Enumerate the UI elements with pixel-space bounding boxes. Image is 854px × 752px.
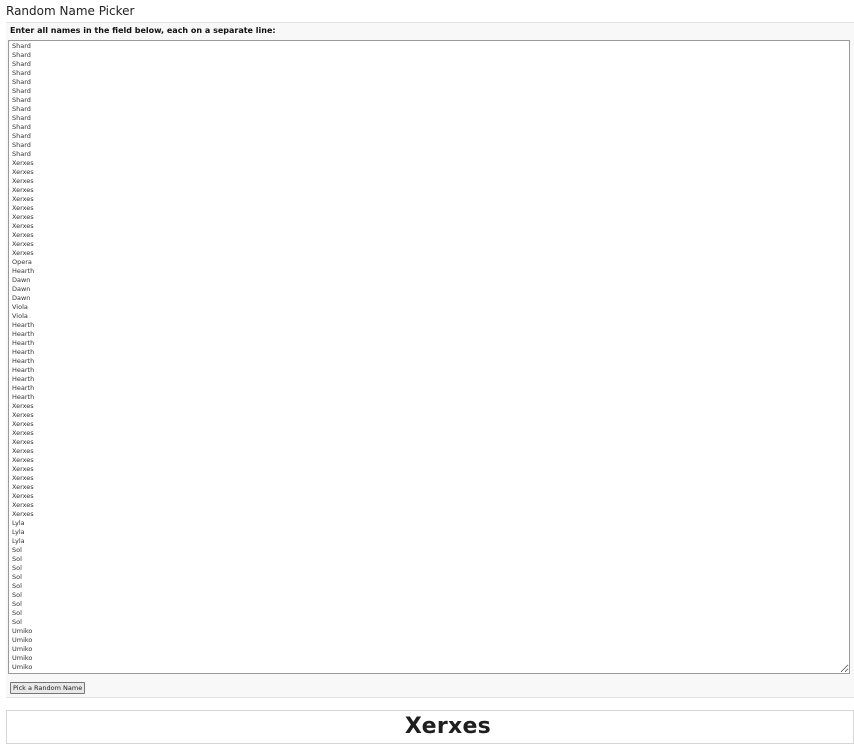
names-instructions-label: Enter all names in the field below, each…: [10, 26, 276, 35]
page-title: Random Name Picker: [6, 4, 135, 18]
result-box: Xerxes: [6, 710, 854, 744]
pick-random-name-button[interactable]: Pick a Random Name: [10, 682, 86, 694]
names-textarea[interactable]: [8, 40, 850, 674]
picked-name-result: Xerxes: [404, 714, 492, 739]
random-name-picker-page: Random Name Picker Enter all names in th…: [0, 0, 854, 752]
name-entry-form: Enter all names in the field below, each…: [6, 22, 854, 698]
